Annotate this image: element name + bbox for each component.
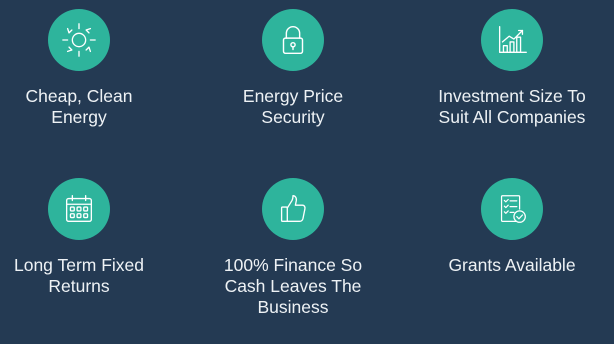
feature-long-term-returns: Long Term Fixed Returns [0,178,174,297]
feature-energy-price-security: Energy Price Security [198,9,388,128]
feature-full-finance: 100% Finance So Cash Leaves The Business [198,178,388,318]
padlock-icon [262,9,324,71]
feature-grants-available: Grants Available [417,178,607,276]
feature-label: Energy Price Security [242,86,344,127]
feature-label: Long Term Fixed Returns [13,255,145,296]
sun-icon [48,9,110,71]
thumbs-up-icon [262,178,324,240]
feature-label: Investment Size To Suit All Companies [438,86,586,127]
checklist-document-icon [481,178,543,240]
feature-label: 100% Finance So Cash Leaves The Business [223,255,363,317]
feature-cheap-clean-energy: Cheap, Clean Energy [0,9,174,128]
feature-label: Cheap, Clean Energy [25,86,133,127]
feature-investment-size: Investment Size To Suit All Companies [417,9,607,128]
calendar-icon [48,178,110,240]
feature-label: Grants Available [448,255,576,275]
growth-chart-icon [481,9,543,71]
